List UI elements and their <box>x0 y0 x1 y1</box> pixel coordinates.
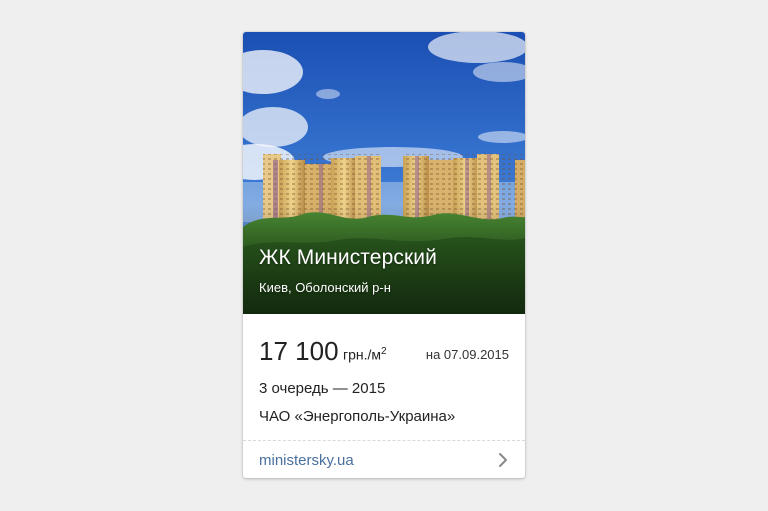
website-link[interactable]: ministersky.ua <box>259 452 354 469</box>
price-unit: грн./м2 <box>343 346 387 363</box>
complex-title: ЖК Министерский <box>259 246 437 269</box>
price-value: 17 100 <box>259 336 339 366</box>
property-card[interactable]: ЖК Министерский Киев, Оболонский р-н 17 … <box>243 32 525 478</box>
developer-name: ЧАО «Энергополь-Украина» <box>259 408 456 425</box>
property-photo: ЖК Министерский Киев, Оболонский р-н <box>243 32 525 314</box>
website-row[interactable]: ministersky.ua <box>243 441 525 478</box>
price-row: 17 100 грн./м2 на 07.09.2015 <box>259 336 509 368</box>
card-info: 17 100 грн./м2 на 07.09.2015 3 очередь —… <box>243 314 525 441</box>
price-date: на 07.09.2015 <box>425 347 509 362</box>
price-unit-text: грн./м <box>343 346 382 363</box>
construction-queue: 3 очередь — 2015 <box>259 380 386 397</box>
complex-location: Киев, Оболонский р-н <box>259 280 391 295</box>
chevron-right-icon[interactable] <box>495 452 511 468</box>
price-unit-power: 2 <box>381 346 387 357</box>
